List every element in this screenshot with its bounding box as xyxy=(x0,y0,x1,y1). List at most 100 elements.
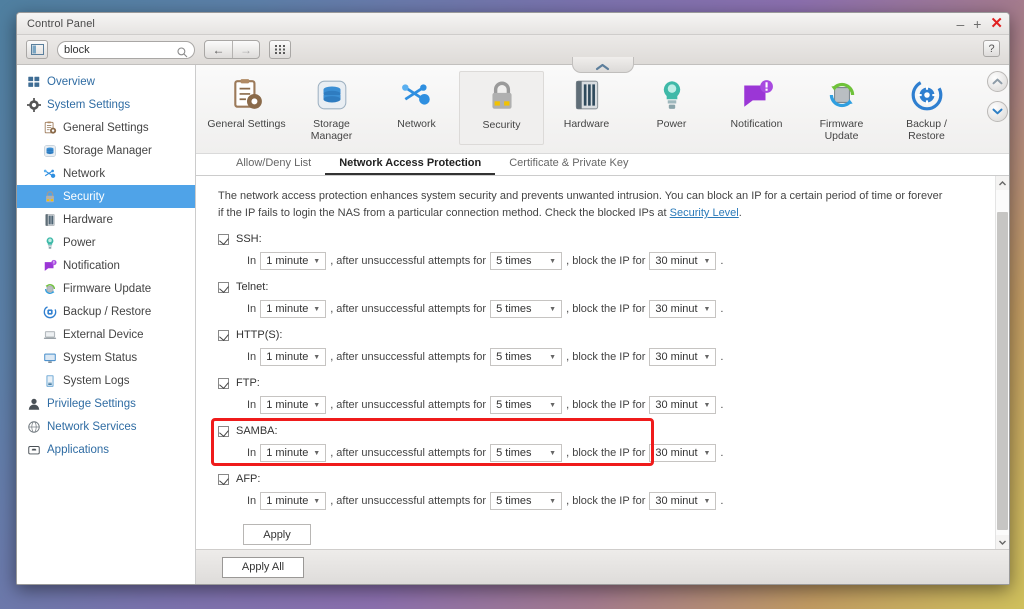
block-duration-dropdown[interactable]: 30 minut ▼ xyxy=(649,396,717,414)
sidebar-item-network-services[interactable]: Network Services xyxy=(17,415,195,438)
collapse-iconbar-button[interactable] xyxy=(571,57,634,73)
scroll-down-arrow[interactable] xyxy=(995,535,1009,549)
interval-dropdown[interactable]: 1 minute ▼ xyxy=(260,492,327,510)
app-grid-button[interactable] xyxy=(269,40,291,59)
category-icon-general-settings[interactable]: General Settings xyxy=(204,71,289,145)
service-block: FTP: In 1 minute ▼ , after unsuccessful atte… xyxy=(218,375,979,414)
service-enable-checkbox[interactable] xyxy=(218,425,229,437)
service-rule-row: In 1 minute ▼ , after unsuccessful attempts… xyxy=(218,348,979,366)
interval-dropdown[interactable]: 1 minute ▼ xyxy=(260,444,327,462)
sidebar-item-label: General Settings xyxy=(63,121,149,134)
attempts-dropdown[interactable]: 5 times ▼ xyxy=(490,348,563,366)
tab-certificate-private-key[interactable]: Certificate & Private Key xyxy=(495,157,642,175)
maximize-button[interactable]: + xyxy=(973,17,981,31)
interval-dropdown[interactable]: 1 minute ▼ xyxy=(260,396,327,414)
chevron-down-icon: ▼ xyxy=(549,305,557,313)
block-duration-dropdown[interactable]: 30 minut ▼ xyxy=(649,444,717,462)
help-button[interactable]: ? xyxy=(983,40,1000,57)
sidebar-item-system-logs[interactable]: System Logs xyxy=(17,369,195,392)
label-period: . xyxy=(720,495,724,507)
sidebar-item-label: Privilege Settings xyxy=(47,397,136,410)
dropdown-value: 5 times xyxy=(496,495,532,507)
external-device-icon xyxy=(43,328,57,342)
interval-dropdown[interactable]: 1 minute ▼ xyxy=(260,252,327,270)
panel-scrollbar[interactable] xyxy=(995,176,1009,549)
tab-network-access-protection[interactable]: Network Access Protection xyxy=(325,157,496,175)
minimize-button[interactable]: – xyxy=(956,17,964,31)
block-duration-dropdown[interactable]: 30 minut ▼ xyxy=(649,348,717,366)
scrollbar-track[interactable] xyxy=(995,190,1009,535)
attempts-dropdown[interactable]: 5 times ▼ xyxy=(490,492,563,510)
service-enable-checkbox[interactable] xyxy=(218,377,229,389)
category-icon-storage-manager[interactable]: Storage Manager xyxy=(289,71,374,145)
block-duration-dropdown[interactable]: 30 minut ▼ xyxy=(649,492,717,510)
category-icon-firmware-update[interactable]: Firmware Update xyxy=(799,71,884,145)
interval-dropdown[interactable]: 1 minute ▼ xyxy=(260,348,327,366)
category-icon-security[interactable]: Security xyxy=(459,71,544,145)
search-box[interactable] xyxy=(57,40,195,59)
firmware-update-icon xyxy=(823,76,861,114)
sidebar-item-applications[interactable]: Applications xyxy=(17,438,195,461)
chevron-down-icon: ▼ xyxy=(703,353,711,361)
sidebar-item-overview[interactable]: Overview xyxy=(17,70,195,93)
scroll-up-arrow[interactable] xyxy=(995,176,1009,190)
service-enable-checkbox[interactable] xyxy=(218,281,229,293)
sidebar-item-system-status[interactable]: System Status xyxy=(17,346,195,369)
sidebar-toggle-button[interactable] xyxy=(26,40,48,59)
dropdown-value: 30 minut xyxy=(655,351,698,363)
sidebar-item-label: Firmware Update xyxy=(63,282,152,295)
sidebar-item-system-settings[interactable]: System Settings xyxy=(17,93,195,116)
security-level-link[interactable]: Security Level xyxy=(670,207,739,219)
attempts-dropdown[interactable]: 5 times ▼ xyxy=(490,396,563,414)
sidebar-item-security[interactable]: Security xyxy=(17,185,195,208)
category-icon-notification[interactable]: Notification xyxy=(714,71,799,145)
search-input[interactable] xyxy=(64,43,176,56)
sidebar-item-notification[interactable]: Notification xyxy=(17,254,195,277)
block-duration-dropdown[interactable]: 30 minut ▼ xyxy=(649,300,717,318)
sidebar-item-network[interactable]: Network xyxy=(17,162,195,185)
forward-button[interactable]: → xyxy=(232,41,259,58)
category-icon-hardware[interactable]: Hardware xyxy=(544,71,629,145)
service-enable-checkbox[interactable] xyxy=(218,329,229,341)
category-icon-network[interactable]: Network xyxy=(374,71,459,145)
sidebar-item-power[interactable]: Power xyxy=(17,231,195,254)
tab-allow-deny-list[interactable]: Allow/Deny List xyxy=(222,157,325,175)
system-status-icon xyxy=(44,353,56,363)
interval-dropdown[interactable]: 1 minute ▼ xyxy=(260,300,327,318)
iconbar-scroll-down-button[interactable] xyxy=(986,101,1008,122)
service-header: Telnet: xyxy=(218,279,979,295)
sidebar-item-privilege-settings[interactable]: Privilege Settings xyxy=(17,392,195,415)
label-after-attempts: , after unsuccessful attempts for xyxy=(330,303,487,315)
attempts-dropdown[interactable]: 5 times ▼ xyxy=(490,252,563,270)
category-icon-backup-restore[interactable]: Backup / Restore xyxy=(884,71,969,145)
sidebar-item-firmware-update[interactable]: Firmware Update xyxy=(17,277,195,300)
attempts-dropdown[interactable]: 5 times ▼ xyxy=(490,444,563,462)
chevron-down-icon: ▼ xyxy=(313,257,321,265)
block-duration-dropdown[interactable]: 30 minut ▼ xyxy=(649,252,717,270)
close-button[interactable]: ✕ xyxy=(990,16,1003,31)
apply-button[interactable]: Apply xyxy=(243,524,311,545)
sidebar-item-general-settings[interactable]: General Settings xyxy=(17,116,195,139)
back-button[interactable]: ← xyxy=(205,41,232,58)
label-period: . xyxy=(720,351,724,363)
sidebar-item-hardware[interactable]: Hardware xyxy=(17,208,195,231)
iconbar-scroll-up-button[interactable] xyxy=(986,71,1008,92)
service-enable-checkbox[interactable] xyxy=(218,473,229,485)
sidebar-item-external-device[interactable]: External Device xyxy=(17,323,195,346)
attempts-dropdown[interactable]: 5 times ▼ xyxy=(490,300,563,318)
service-enable-checkbox[interactable] xyxy=(218,233,229,245)
network-icon xyxy=(401,84,430,105)
category-icon-power[interactable]: Power xyxy=(629,71,714,145)
scrollbar-thumb[interactable] xyxy=(996,212,1008,530)
label-in: In xyxy=(247,255,257,267)
chevron-down-icon: ▼ xyxy=(549,257,557,265)
service-block: AFP: In 1 minute ▼ , after unsuccessful atte… xyxy=(218,471,979,510)
sidebar-item-backup-restore[interactable]: Backup / Restore xyxy=(17,300,195,323)
sidebar-item-storage-manager[interactable]: Storage Manager xyxy=(17,139,195,162)
dropdown-value: 30 minut xyxy=(655,495,698,507)
service-name: AFP: xyxy=(236,473,261,485)
chevron-down-icon xyxy=(992,108,1002,115)
apply-all-button[interactable]: Apply All xyxy=(222,556,304,578)
sidebar-item-label: Network xyxy=(63,167,106,180)
window-body: Overview System Settings General Settings S… xyxy=(17,57,1009,584)
